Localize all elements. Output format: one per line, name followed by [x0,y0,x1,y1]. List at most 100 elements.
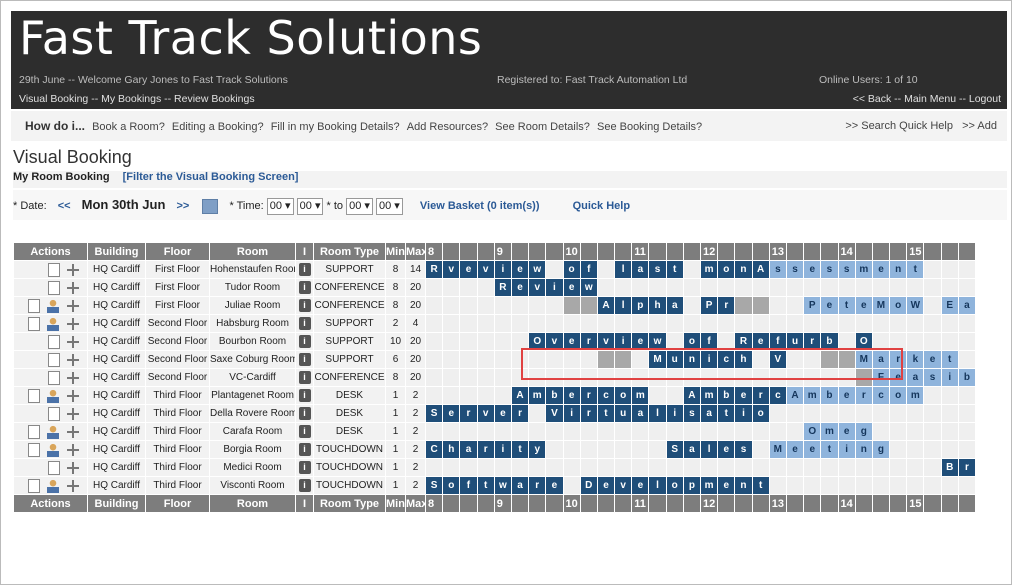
booked-slot[interactable]: M [648,350,667,369]
free-slot[interactable] [648,314,667,333]
unavailable-slot[interactable] [579,296,598,315]
free-slot[interactable] [528,368,547,387]
pending-slot[interactable]: M [768,440,787,459]
free-slot[interactable] [785,350,805,369]
free-slot[interactable] [803,350,822,369]
booked-slot[interactable]: s [648,260,667,279]
pending-slot[interactable]: a [871,350,891,369]
free-slot[interactable] [871,332,891,351]
free-slot[interactable] [562,440,581,459]
free-slot[interactable] [889,404,908,423]
free-slot[interactable] [923,440,942,459]
free-slot[interactable] [562,350,581,369]
free-slot[interactable] [906,440,925,459]
prev-day-button[interactable]: << [58,200,71,212]
free-slot[interactable] [596,260,616,279]
free-slot[interactable] [837,404,856,423]
booked-slot[interactable]: o [751,404,770,423]
free-slot[interactable] [631,422,650,441]
free-slot[interactable] [648,368,667,387]
booked-slot[interactable]: e [631,332,650,351]
pending-slot[interactable]: E [940,296,959,315]
nav-back[interactable]: << Back [853,93,892,105]
free-slot[interactable] [768,314,787,333]
booked-slot[interactable]: l [648,476,667,495]
document-icon[interactable] [48,262,60,277]
booked-slot[interactable]: t [476,476,495,495]
booked-slot[interactable]: R [493,278,512,297]
unavailable-slot[interactable] [562,296,581,315]
add-icon[interactable] [66,388,80,403]
pending-slot[interactable]: s [923,368,942,387]
free-slot[interactable] [957,332,977,351]
add-icon[interactable] [66,262,80,277]
booked-slot[interactable]: e [562,386,581,405]
booked-slot[interactable]: f [579,260,598,279]
free-slot[interactable] [442,458,461,477]
pending-slot[interactable]: e [871,260,891,279]
free-slot[interactable] [785,314,805,333]
free-slot[interactable] [493,458,512,477]
booked-slot[interactable]: o [665,476,684,495]
booked-slot[interactable]: V [545,404,564,423]
free-slot[interactable] [940,332,959,351]
free-slot[interactable] [871,278,891,297]
free-slot[interactable] [442,296,461,315]
free-slot[interactable] [957,350,977,369]
pending-slot[interactable]: r [854,386,873,405]
free-slot[interactable] [923,260,942,279]
pending-slot[interactable]: b [820,386,839,405]
free-slot[interactable] [614,422,633,441]
free-slot[interactable] [940,260,959,279]
free-slot[interactable] [785,476,805,495]
pending-slot[interactable]: s [837,260,856,279]
booked-slot[interactable]: v [545,332,564,351]
free-slot[interactable] [614,278,633,297]
booked-slot[interactable]: C [424,440,444,459]
booked-slot[interactable]: s [682,404,702,423]
free-slot[interactable] [510,422,530,441]
booked-slot[interactable]: w [579,278,598,297]
free-slot[interactable] [940,476,959,495]
booked-slot[interactable]: i [545,278,564,297]
booked-slot[interactable]: v [442,260,461,279]
booked-slot[interactable]: a [510,476,530,495]
unavailable-slot[interactable] [596,350,616,369]
free-slot[interactable] [957,404,977,423]
document-icon[interactable] [48,334,60,349]
free-slot[interactable] [476,368,495,387]
free-slot[interactable] [957,278,977,297]
booked-slot[interactable]: O [854,332,873,351]
free-slot[interactable] [424,458,444,477]
unavailable-slot[interactable] [614,350,633,369]
booked-slot[interactable]: t [717,404,736,423]
free-slot[interactable] [442,332,461,351]
free-slot[interactable] [562,314,581,333]
free-slot[interactable] [957,440,977,459]
booked-slot[interactable]: b [717,386,736,405]
free-slot[interactable] [459,350,478,369]
help-editing-booking[interactable]: Editing a Booking? [172,121,264,133]
booked-slot[interactable]: e [459,260,478,279]
add-icon[interactable] [66,352,80,367]
booked-slot[interactable]: S [665,440,684,459]
unavailable-slot[interactable] [820,350,839,369]
booked-slot[interactable]: u [665,350,684,369]
free-slot[interactable] [562,476,581,495]
free-slot[interactable] [837,332,856,351]
free-slot[interactable] [562,422,581,441]
free-slot[interactable] [785,368,805,387]
free-slot[interactable] [510,332,530,351]
booked-slot[interactable]: i [493,440,512,459]
document-icon[interactable] [48,370,60,385]
pending-slot[interactable]: c [871,386,891,405]
booked-slot[interactable]: o [442,476,461,495]
pending-slot[interactable]: n [854,440,873,459]
booked-slot[interactable]: i [699,350,719,369]
booked-slot[interactable]: c [768,386,787,405]
free-slot[interactable] [476,350,495,369]
pending-slot[interactable]: e [854,296,873,315]
booked-slot[interactable]: o [614,386,633,405]
booked-slot[interactable]: e [562,278,581,297]
free-slot[interactable] [871,404,891,423]
